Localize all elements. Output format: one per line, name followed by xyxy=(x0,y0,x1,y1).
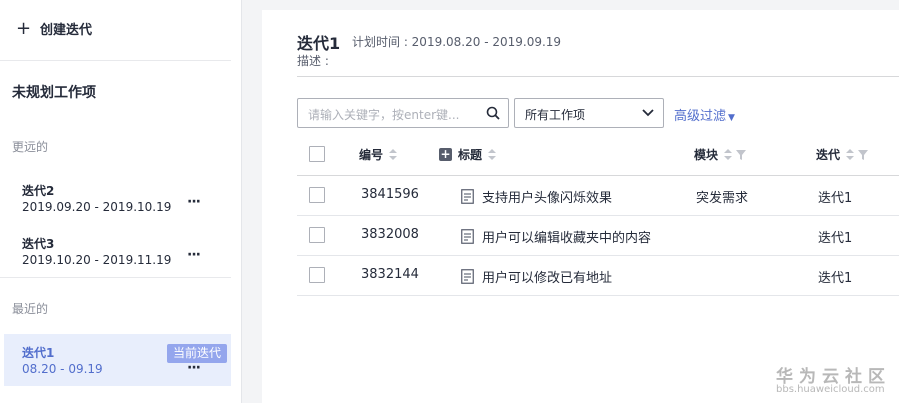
table-header: 编号 + 标题 模块 迭代 xyxy=(297,133,899,176)
cell-id: 3832144 xyxy=(361,267,419,282)
iteration-dates: 2019.09.20 - 2019.10.19 xyxy=(22,200,172,214)
column-label: 迭代 xyxy=(816,148,841,162)
cell-id: 3841596 xyxy=(361,187,419,202)
select-value: 所有工作项 xyxy=(525,108,586,122)
iteration-item-3[interactable]: 迭代3 2019.10.20 - 2019.11.19 ··· xyxy=(4,229,231,279)
filter-icon[interactable] xyxy=(858,149,869,160)
column-label: 标题 xyxy=(458,148,483,162)
sort-icon[interactable] xyxy=(846,148,855,161)
document-icon xyxy=(461,229,474,244)
table-row[interactable]: 3832008 用户可以编辑收藏夹中的内容 迭代1 xyxy=(297,216,899,256)
column-label: 编号 xyxy=(359,148,384,162)
row-checkbox[interactable] xyxy=(309,187,325,203)
header-divider xyxy=(297,76,899,77)
work-item-type-select[interactable]: 所有工作项 xyxy=(514,98,664,128)
cell-iteration: 迭代1 xyxy=(818,191,853,206)
iteration-item-2[interactable]: 迭代2 2019.09.20 - 2019.10.19 ··· xyxy=(4,176,231,226)
table-row[interactable]: 3832144 用户可以修改已有地址 迭代1 xyxy=(297,256,899,296)
create-iteration-button[interactable]: + 创建迭代 xyxy=(16,19,92,38)
column-label: 模块 xyxy=(694,148,719,162)
select-all-checkbox[interactable] xyxy=(309,146,325,162)
iteration-item-1-current[interactable]: 迭代1 08.20 - 09.19 当前迭代 ··· xyxy=(4,334,231,386)
iteration-name: 迭代2 xyxy=(22,184,55,198)
iteration-sidebar: + 创建迭代 未规划工作项 更远的 迭代2 2019.09.20 - 2019.… xyxy=(0,0,242,403)
group-label-farther: 更远的 xyxy=(12,140,49,154)
column-header-title[interactable]: + 标题 xyxy=(439,146,497,163)
page-title: 迭代1 xyxy=(297,34,341,53)
cell-title[interactable]: 用户可以修改已有地址 xyxy=(461,267,612,286)
cell-title[interactable]: 支持用户头像闪烁效果 xyxy=(461,187,612,206)
search-icon[interactable] xyxy=(486,106,500,120)
chevron-down-icon xyxy=(642,109,654,117)
column-header-id[interactable]: 编号 xyxy=(359,146,398,163)
iteration-detail-panel: 迭代1 计划时间 : 2019.08.20 - 2019.09.19 描述 : … xyxy=(262,10,899,403)
more-options-icon[interactable]: ··· xyxy=(187,360,201,376)
cell-iteration: 迭代1 xyxy=(818,271,853,286)
sidebar-divider xyxy=(0,277,231,278)
row-checkbox[interactable] xyxy=(309,227,325,243)
document-icon xyxy=(461,269,474,284)
sort-icon[interactable] xyxy=(488,148,497,161)
iteration-name: 迭代3 xyxy=(22,237,55,251)
row-checkbox[interactable] xyxy=(309,267,325,283)
caret-down-icon: ▼ xyxy=(728,113,735,123)
title-text: 支持用户头像闪烁效果 xyxy=(482,191,613,206)
column-header-module[interactable]: 模块 xyxy=(694,146,747,163)
work-items-table: 编号 + 标题 模块 迭代 3841596 支持用户头像闪烁效果 突发需求 迭代… xyxy=(297,133,899,296)
cell-title[interactable]: 用户可以编辑收藏夹中的内容 xyxy=(461,227,651,246)
filter-icon[interactable] xyxy=(736,149,747,160)
cell-module: 突发需求 xyxy=(696,191,749,206)
sort-icon[interactable] xyxy=(389,148,398,161)
title-text: 用户可以修改已有地址 xyxy=(482,271,613,286)
document-icon xyxy=(461,189,474,204)
search-placeholder: 请输入关键字，按enter键... xyxy=(308,108,460,122)
more-options-icon[interactable]: ··· xyxy=(187,194,201,210)
cell-iteration: 迭代1 xyxy=(818,231,853,246)
description: 描述 : xyxy=(297,54,329,68)
create-iteration-label: 创建迭代 xyxy=(40,23,93,38)
iteration-dates: 2019.10.20 - 2019.11.19 xyxy=(22,253,172,267)
advanced-filter-link[interactable]: 高级过滤 ▼ xyxy=(674,105,735,124)
add-item-icon[interactable]: + xyxy=(439,148,452,161)
group-label-recent: 最近的 xyxy=(12,302,49,316)
search-input[interactable]: 请输入关键字，按enter键... xyxy=(297,98,509,128)
plus-icon: + xyxy=(16,17,32,39)
table-row[interactable]: 3841596 支持用户头像闪烁效果 突发需求 迭代1 xyxy=(297,176,899,216)
cell-id: 3832008 xyxy=(361,227,419,242)
sidebar-divider xyxy=(0,60,231,61)
unplanned-work-items[interactable]: 未规划工作项 xyxy=(12,82,96,102)
column-header-iteration[interactable]: 迭代 xyxy=(816,146,869,163)
title-text: 用户可以编辑收藏夹中的内容 xyxy=(482,231,652,246)
plan-time: 计划时间 : 2019.08.20 - 2019.09.19 xyxy=(352,35,562,49)
advanced-filter-label: 高级过滤 xyxy=(674,109,727,124)
iteration-name: 迭代1 xyxy=(22,346,55,360)
more-options-icon[interactable]: ··· xyxy=(187,247,201,263)
sort-icon[interactable] xyxy=(724,148,733,161)
iteration-dates: 08.20 - 09.19 xyxy=(22,362,103,376)
watermark-url: bbs.huaweicloud.com xyxy=(776,384,885,395)
